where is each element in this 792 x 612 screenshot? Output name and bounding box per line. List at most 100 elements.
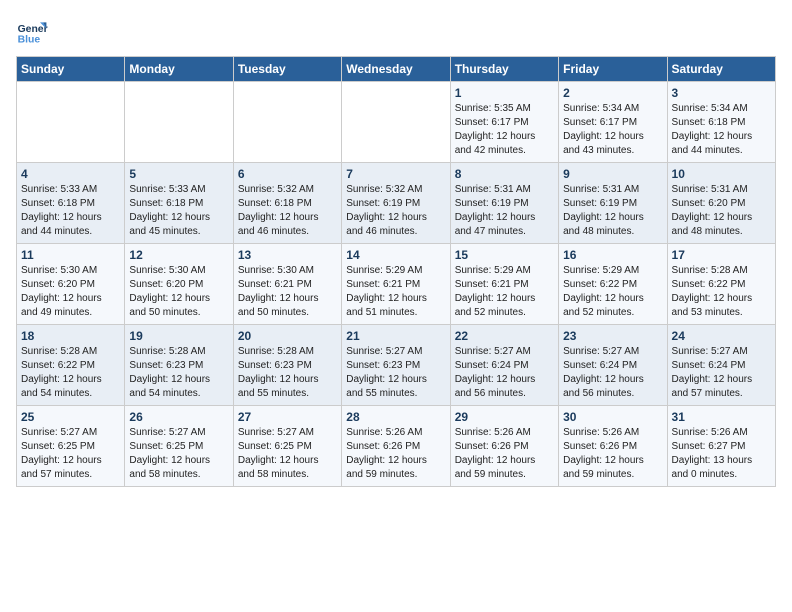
day-info: Sunrise: 5:27 AM Sunset: 6:24 PM Dayligh… [672,345,771,401]
day-number: 31 [672,410,771,424]
day-number: 14 [346,248,445,262]
day-number: 27 [238,410,337,424]
day-cell: 16Sunrise: 5:29 AM Sunset: 6:22 PM Dayli… [559,244,667,325]
day-number: 4 [21,167,120,181]
day-number: 30 [563,410,662,424]
day-cell: 24 Sunrise: 5:27 AM Sunset: 6:24 PM Dayli… [667,325,775,406]
day-number: 22 [455,329,554,343]
day-info: Sunrise: 5:33 AM Sunset: 6:18 PM Dayligh… [21,183,120,239]
day-number: 7 [346,167,445,181]
day-cell: 30 Sunrise: 5:26 AM Sunset: 6:26 PM Dayli… [559,406,667,487]
day-info: Sunrise: 5:29 AM Sunset: 6:21 PM Dayligh… [346,264,445,320]
day-cell: 29 Sunrise: 5:26 AM Sunset: 6:26 PM Dayli… [450,406,558,487]
day-cell: 19 Sunrise: 5:28 AM Sunset: 6:23 PM Dayli… [125,325,233,406]
day-info: Sunrise: 5:34 AM Sunset: 6:17 PM Dayligh… [563,102,662,158]
day-number: 8 [455,167,554,181]
day-number: 17 [672,248,771,262]
page-header: General Blue [16,16,776,48]
weekday-header-wednesday: Wednesday [342,57,450,82]
day-cell: 17 Sunrise: 5:28 AM Sunset: 6:22 PM Dayli… [667,244,775,325]
logo: General Blue [16,16,48,48]
day-cell [233,82,341,163]
day-number: 18 [21,329,120,343]
day-info: Sunrise: 5:33 AM Sunset: 6:18 PM Dayligh… [129,183,228,239]
week-row-2: 4 Sunrise: 5:33 AM Sunset: 6:18 PM Daylig… [17,163,776,244]
day-number: 12 [129,248,228,262]
day-cell: 12 Sunrise: 5:30 AM Sunset: 6:20 PM Dayli… [125,244,233,325]
day-info: Sunrise: 5:35 AM Sunset: 6:17 PM Dayligh… [455,102,554,158]
day-number: 2 [563,86,662,100]
day-cell: 11Sunrise: 5:30 AM Sunset: 6:20 PM Dayli… [17,244,125,325]
day-info: Sunrise: 5:29 AM Sunset: 6:21 PM Dayligh… [455,264,554,320]
day-info: Sunrise: 5:26 AM Sunset: 6:26 PM Dayligh… [563,426,662,482]
weekday-header-thursday: Thursday [450,57,558,82]
day-cell: 25 Sunrise: 5:27 AM Sunset: 6:25 PM Dayli… [17,406,125,487]
day-info: Sunrise: 5:31 AM Sunset: 6:19 PM Dayligh… [455,183,554,239]
day-cell: 15Sunrise: 5:29 AM Sunset: 6:21 PM Dayli… [450,244,558,325]
day-cell: 3 Sunrise: 5:34 AM Sunset: 6:18 PM Daylig… [667,82,775,163]
day-info: Sunrise: 5:30 AM Sunset: 6:20 PM Dayligh… [129,264,228,320]
day-info: Sunrise: 5:26 AM Sunset: 6:26 PM Dayligh… [346,426,445,482]
day-cell: 6 Sunrise: 5:32 AM Sunset: 6:18 PM Daylig… [233,163,341,244]
day-number: 29 [455,410,554,424]
day-info: Sunrise: 5:32 AM Sunset: 6:19 PM Dayligh… [346,183,445,239]
day-number: 11 [21,248,120,262]
day-cell: 14 Sunrise: 5:29 AM Sunset: 6:21 PM Dayli… [342,244,450,325]
day-number: 5 [129,167,228,181]
day-number: 21 [346,329,445,343]
day-cell: 7 Sunrise: 5:32 AM Sunset: 6:19 PM Daylig… [342,163,450,244]
day-info: Sunrise: 5:31 AM Sunset: 6:20 PM Dayligh… [672,183,771,239]
day-info: Sunrise: 5:26 AM Sunset: 6:27 PM Dayligh… [672,426,771,482]
day-number: 25 [21,410,120,424]
day-number: 3 [672,86,771,100]
weekday-header-row: SundayMondayTuesdayWednesdayThursdayFrid… [17,57,776,82]
day-cell: 4 Sunrise: 5:33 AM Sunset: 6:18 PM Daylig… [17,163,125,244]
day-info: Sunrise: 5:27 AM Sunset: 6:24 PM Dayligh… [563,345,662,401]
week-row-1: 1 Sunrise: 5:35 AM Sunset: 6:17 PM Daylig… [17,82,776,163]
day-number: 13 [238,248,337,262]
day-info: Sunrise: 5:27 AM Sunset: 6:25 PM Dayligh… [21,426,120,482]
day-cell: 1 Sunrise: 5:35 AM Sunset: 6:17 PM Daylig… [450,82,558,163]
day-info: Sunrise: 5:28 AM Sunset: 6:22 PM Dayligh… [672,264,771,320]
day-number: 26 [129,410,228,424]
day-cell: 8 Sunrise: 5:31 AM Sunset: 6:19 PM Daylig… [450,163,558,244]
day-info: Sunrise: 5:31 AM Sunset: 6:19 PM Dayligh… [563,183,662,239]
day-number: 24 [672,329,771,343]
weekday-header-saturday: Saturday [667,57,775,82]
day-cell [125,82,233,163]
day-cell: 27Sunrise: 5:27 AM Sunset: 6:25 PM Dayli… [233,406,341,487]
logo-icon: General Blue [16,16,48,48]
day-cell: 10 Sunrise: 5:31 AM Sunset: 6:20 PM Dayli… [667,163,775,244]
day-cell: 18 Sunrise: 5:28 AM Sunset: 6:22 PM Dayli… [17,325,125,406]
day-info: Sunrise: 5:29 AM Sunset: 6:22 PM Dayligh… [563,264,662,320]
day-cell: 5 Sunrise: 5:33 AM Sunset: 6:18 PM Daylig… [125,163,233,244]
day-number: 19 [129,329,228,343]
day-info: Sunrise: 5:32 AM Sunset: 6:18 PM Dayligh… [238,183,337,239]
day-number: 1 [455,86,554,100]
week-row-4: 18 Sunrise: 5:28 AM Sunset: 6:22 PM Dayli… [17,325,776,406]
day-info: Sunrise: 5:34 AM Sunset: 6:18 PM Dayligh… [672,102,771,158]
day-number: 10 [672,167,771,181]
svg-text:Blue: Blue [18,34,41,45]
day-info: Sunrise: 5:28 AM Sunset: 6:22 PM Dayligh… [21,345,120,401]
day-info: Sunrise: 5:28 AM Sunset: 6:23 PM Dayligh… [238,345,337,401]
weekday-header-friday: Friday [559,57,667,82]
day-cell: 23 Sunrise: 5:27 AM Sunset: 6:24 PM Dayli… [559,325,667,406]
weekday-header-sunday: Sunday [17,57,125,82]
day-info: Sunrise: 5:30 AM Sunset: 6:21 PM Dayligh… [238,264,337,320]
week-row-5: 25 Sunrise: 5:27 AM Sunset: 6:25 PM Dayli… [17,406,776,487]
day-cell: 13 Sunrise: 5:30 AM Sunset: 6:21 PM Dayli… [233,244,341,325]
calendar-table: SundayMondayTuesdayWednesdayThursdayFrid… [16,56,776,487]
day-number: 20 [238,329,337,343]
day-cell: 22 Sunrise: 5:27 AM Sunset: 6:24 PM Dayli… [450,325,558,406]
day-number: 9 [563,167,662,181]
weekday-header-tuesday: Tuesday [233,57,341,82]
day-info: Sunrise: 5:28 AM Sunset: 6:23 PM Dayligh… [129,345,228,401]
day-info: Sunrise: 5:26 AM Sunset: 6:26 PM Dayligh… [455,426,554,482]
day-number: 23 [563,329,662,343]
day-number: 6 [238,167,337,181]
day-cell: 20 Sunrise: 5:28 AM Sunset: 6:23 PM Dayli… [233,325,341,406]
day-cell: 26Sunrise: 5:27 AM Sunset: 6:25 PM Dayli… [125,406,233,487]
day-info: Sunrise: 5:27 AM Sunset: 6:24 PM Dayligh… [455,345,554,401]
weekday-header-monday: Monday [125,57,233,82]
